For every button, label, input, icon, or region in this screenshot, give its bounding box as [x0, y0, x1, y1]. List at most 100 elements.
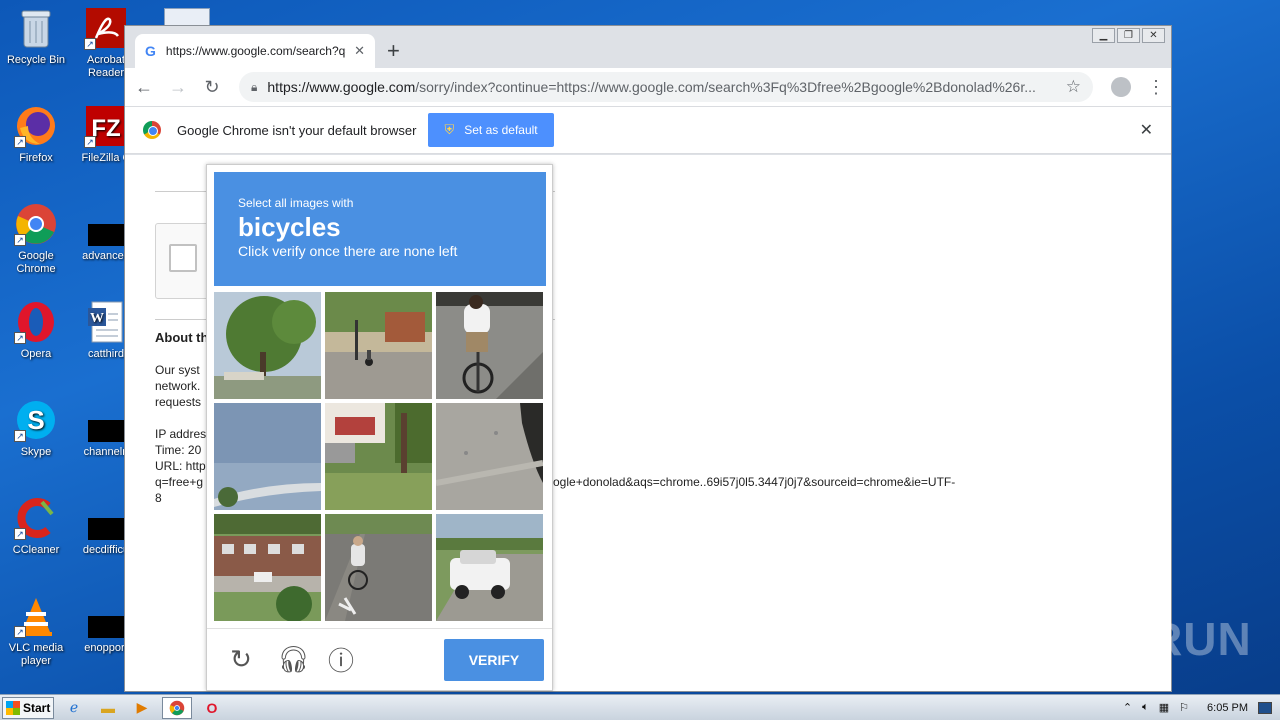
profile-avatar-icon[interactable] [1111, 77, 1131, 97]
google-favicon-icon: G [145, 43, 156, 59]
url-path: /sorry/index?continue=https://www.google… [415, 79, 1036, 95]
show-desktop-icon[interactable] [1258, 701, 1272, 714]
vlc-icon: ↗ [14, 594, 58, 638]
body-line: Our syst [155, 363, 200, 377]
clock[interactable]: 6:05 PM [1207, 702, 1248, 714]
shield-icon: ⛨ [444, 122, 455, 137]
recaptcha-checkbox[interactable] [169, 244, 197, 272]
challenge-target: bicycles [238, 212, 341, 242]
action-center-flag-icon[interactable]: ⚐ [1179, 701, 1189, 714]
start-button[interactable]: Start [2, 696, 54, 719]
reload-button[interactable]: ↻ [197, 77, 227, 98]
challenge-footer: ↻ 🎧︎ ⓘ VERIFY [207, 628, 552, 690]
body-line: network. [155, 379, 201, 393]
url-text[interactable]: https://www.google.com/sorry/index?conti… [267, 79, 1057, 95]
desktop-icon-label: Google Chrome [16, 250, 56, 275]
tray-expand-icon[interactable]: ⌃ [1123, 701, 1132, 714]
bookmark-star-icon[interactable]: ☆ [1066, 77, 1081, 97]
info-icon[interactable]: ⓘ [327, 641, 355, 678]
desktop-icon-opera[interactable]: ↗ Opera [0, 300, 72, 361]
lock-icon: 🔒︎ [251, 79, 258, 94]
skype-icon: S ↗ [14, 398, 58, 442]
challenge-header: Select all images with bicycles Click ve… [214, 172, 546, 286]
restore-button[interactable]: ❐ [1117, 28, 1140, 43]
redacted-icon [88, 224, 124, 246]
audio-challenge-icon[interactable]: 🎧︎ [277, 644, 310, 675]
volume-icon[interactable]: 🔈︎ [1142, 701, 1149, 714]
desktop-icon-label: VLC media player [8, 642, 64, 667]
svg-text:W: W [90, 311, 104, 326]
verify-button[interactable]: VERIFY [444, 638, 544, 681]
image-tile[interactable] [436, 292, 543, 399]
redacted-icon [88, 518, 124, 540]
url-line-tail: ogle+donolad&aqs=chrome..69i57j0l5.3447j… [553, 475, 956, 489]
new-tab-button[interactable]: + [387, 38, 400, 64]
acrobat-icon: ↗ [84, 6, 128, 50]
close-window-button[interactable]: ✕ [1142, 28, 1165, 43]
captcha-challenge: Select all images with bicycles Click ve… [206, 164, 553, 691]
tab-title: https://www.google.com/search?q= [165, 44, 347, 58]
image-tile[interactable] [436, 403, 543, 510]
url-line: URL: http [155, 459, 206, 473]
taskbar: Start ℯ ▬ ▶ O ⌃ 🔈︎ ▦ ⚐ 6:05 PM [0, 694, 1280, 720]
desktop-icon-label: Recycle Bin [6, 54, 66, 66]
taskbar-ie-icon[interactable]: ℯ [60, 697, 88, 719]
infobar-message: Google Chrome isn't your default browser [177, 122, 417, 138]
taskbar-media-player-icon[interactable]: ▶ [128, 697, 156, 719]
taskbar-opera-icon[interactable]: O [198, 697, 226, 719]
desktop-icon-label: Opera [20, 348, 52, 360]
minimize-button[interactable]: ▁ [1092, 28, 1115, 43]
forward-button[interactable]: → [163, 77, 193, 98]
challenge-subtext: Click verify once there are none left [238, 243, 458, 259]
image-tile[interactable] [214, 292, 321, 399]
start-label: Start [23, 700, 51, 715]
desktop-icon-firefox[interactable]: ↗ Firefox [0, 104, 72, 165]
url-domain: https://www.google.com [267, 79, 416, 95]
system-tray: ⌃ 🔈︎ ▦ ⚐ 6:05 PM [1123, 701, 1272, 714]
filezilla-icon: FZ ↗ [84, 104, 128, 148]
image-tile[interactable] [214, 403, 321, 510]
recycle-bin-icon [14, 6, 58, 50]
redacted-icon [88, 420, 124, 442]
word-document-icon: W [84, 300, 128, 344]
ccleaner-icon: ↗ [14, 496, 58, 540]
address-bar[interactable]: 🔒︎ https://www.google.com/sorry/index?co… [239, 72, 1093, 102]
set-default-label: Set as default [464, 123, 538, 137]
desktop-icon-recycle-bin[interactable]: Recycle Bin [0, 6, 72, 67]
watermark: ANY RUN [1036, 613, 1252, 665]
about-heading: About th [155, 330, 209, 345]
desktop-icon-label: Firefox [19, 152, 53, 164]
image-tile[interactable] [325, 292, 432, 399]
network-icon[interactable]: ▦ [1159, 701, 1169, 714]
redacted-icon [88, 616, 124, 638]
desktop-icon-partial[interactable] [164, 8, 210, 26]
desktop-icon-vlc[interactable]: ↗ VLC media player [0, 594, 72, 668]
desktop-icon-skype[interactable]: S ↗ Skype [0, 398, 72, 459]
image-tile[interactable] [325, 514, 432, 621]
challenge-instruction: Select all images with [238, 196, 354, 210]
window-controls: ▁ ❐ ✕ [1092, 28, 1165, 43]
infobar-close-icon[interactable]: ✕ [1140, 120, 1153, 140]
desktop-icon-chrome[interactable]: ↗ Google Chrome [0, 202, 72, 276]
tab-close-icon[interactable]: ✕ [354, 43, 365, 59]
svg-text:S: S [27, 405, 44, 435]
image-grid [214, 292, 546, 622]
reload-challenge-icon[interactable]: ↻ [227, 644, 255, 675]
back-button[interactable]: ← [129, 77, 159, 98]
opera-icon: ↗ [14, 300, 58, 344]
taskbar-chrome-icon[interactable] [162, 696, 192, 719]
desktop-icon-ccleaner[interactable]: ↗ CCleaner [0, 496, 72, 557]
default-browser-infobar: Google Chrome isn't your default browser… [125, 106, 1171, 154]
image-tile[interactable] [436, 514, 543, 621]
menu-dots-icon[interactable]: ⋮ [1147, 77, 1165, 98]
url-line-cont: q=free+g [155, 475, 204, 489]
browser-tab[interactable]: G https://www.google.com/search?q= ✕ [135, 34, 375, 68]
set-default-button[interactable]: ⛨ Set as default [428, 113, 554, 147]
chrome-icon: ↗ [14, 202, 58, 246]
image-tile[interactable] [214, 514, 321, 621]
taskbar-explorer-icon[interactable]: ▬ [94, 697, 122, 719]
firefox-icon: ↗ [14, 104, 58, 148]
url-line-end: 8 [155, 491, 162, 505]
image-tile[interactable] [325, 403, 432, 510]
time-line: Time: 20 [155, 443, 202, 457]
